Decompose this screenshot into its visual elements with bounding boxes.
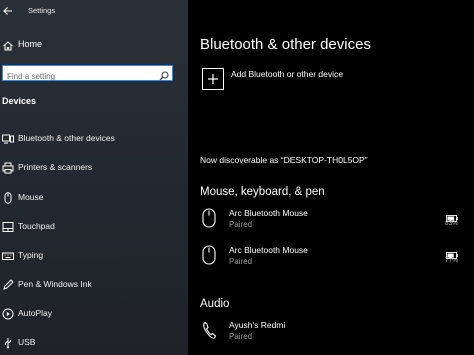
keyboard-icon	[2, 249, 14, 261]
touchpad-icon	[2, 220, 14, 232]
battery-percentage: 77%	[444, 257, 458, 264]
search-input[interactable]	[3, 69, 157, 84]
phone-icon	[202, 320, 217, 340]
device-name: Arc Bluetooth Mouse	[229, 245, 308, 255]
home-label: Home	[18, 39, 43, 49]
sidebar-item-label: Touchpad	[18, 221, 55, 231]
search-icon[interactable]	[159, 68, 169, 81]
add-device-label: Add Bluetooth or other device	[231, 69, 343, 79]
sidebar-item-label: Bluetooth & other devices	[18, 133, 115, 143]
device-name: Ayush's Redmi	[229, 320, 286, 330]
usb-icon	[2, 336, 14, 349]
home-icon	[2, 39, 14, 51]
autoplay-icon	[2, 307, 14, 320]
app-title: Settings	[28, 6, 56, 15]
sidebar-item-pen[interactable]: Pen & Windows Ink	[0, 275, 188, 293]
sidebar-home[interactable]: Home	[0, 36, 188, 54]
main-content: Bluetooth & other devices Add Bluetooth …	[188, 0, 474, 355]
group-title-mouse-keyboard-pen: Mouse, keyboard, & pen	[200, 186, 325, 198]
title-bar: Settings	[0, 0, 188, 22]
sidebar-item-touchpad[interactable]: Touchpad	[0, 217, 188, 235]
sidebar-item-usb[interactable]: USB	[0, 333, 188, 351]
back-arrow-icon[interactable]	[2, 4, 14, 16]
sidebar-item-bluetooth[interactable]: Bluetooth & other devices	[0, 129, 188, 147]
device-status: Paired	[229, 220, 253, 229]
sidebar-item-label: Printers & scanners	[18, 162, 93, 172]
sidebar-item-label: Pen & Windows Ink	[18, 279, 92, 289]
sidebar-item-printers[interactable]: Printers & scanners	[0, 158, 188, 176]
sidebar-item-autoplay[interactable]: AutoPlay	[0, 304, 188, 322]
sidebar-item-mouse[interactable]: Mouse	[0, 188, 188, 206]
sidebar-item-label: Typing	[18, 250, 44, 260]
group-title-audio: Audio	[200, 298, 230, 310]
mouse-icon	[202, 208, 216, 228]
device-item[interactable]: Ayush's Redmi Paired	[200, 319, 474, 351]
add-device-button[interactable]: Add Bluetooth or other device	[200, 66, 430, 92]
pen-icon	[2, 278, 14, 290]
battery-icon	[446, 246, 458, 259]
sidebar-item-label: USB	[18, 337, 36, 347]
battery-percentage: 83%	[444, 220, 458, 227]
plus-icon	[202, 68, 224, 90]
page-title: Bluetooth & other devices	[200, 36, 371, 53]
sidebar-item-label: Mouse	[18, 192, 44, 202]
battery-icon	[446, 209, 458, 222]
device-status: Paired	[229, 332, 253, 341]
mouse-icon	[2, 191, 14, 204]
sidebar-item-label: AutoPlay	[18, 308, 53, 318]
device-name: Arc Bluetooth Mouse	[229, 208, 308, 218]
search-box[interactable]	[2, 65, 173, 84]
printer-icon	[2, 161, 14, 174]
sidebar-item-typing[interactable]: Typing	[0, 246, 188, 264]
mouse-icon	[202, 245, 216, 265]
device-item[interactable]: Arc Bluetooth Mouse Paired 83%	[200, 207, 474, 239]
bluetooth-devices-icon	[2, 132, 14, 144]
device-status: Paired	[229, 257, 253, 266]
device-item[interactable]: Arc Bluetooth Mouse Paired 77%	[200, 244, 474, 276]
sidebar: Settings Home Devices Bluetooth & other …	[0, 0, 188, 355]
sidebar-section-heading: Devices	[2, 96, 37, 106]
discoverable-text: Now discoverable as “DESKTOP-TH0L5OP”	[200, 155, 368, 165]
